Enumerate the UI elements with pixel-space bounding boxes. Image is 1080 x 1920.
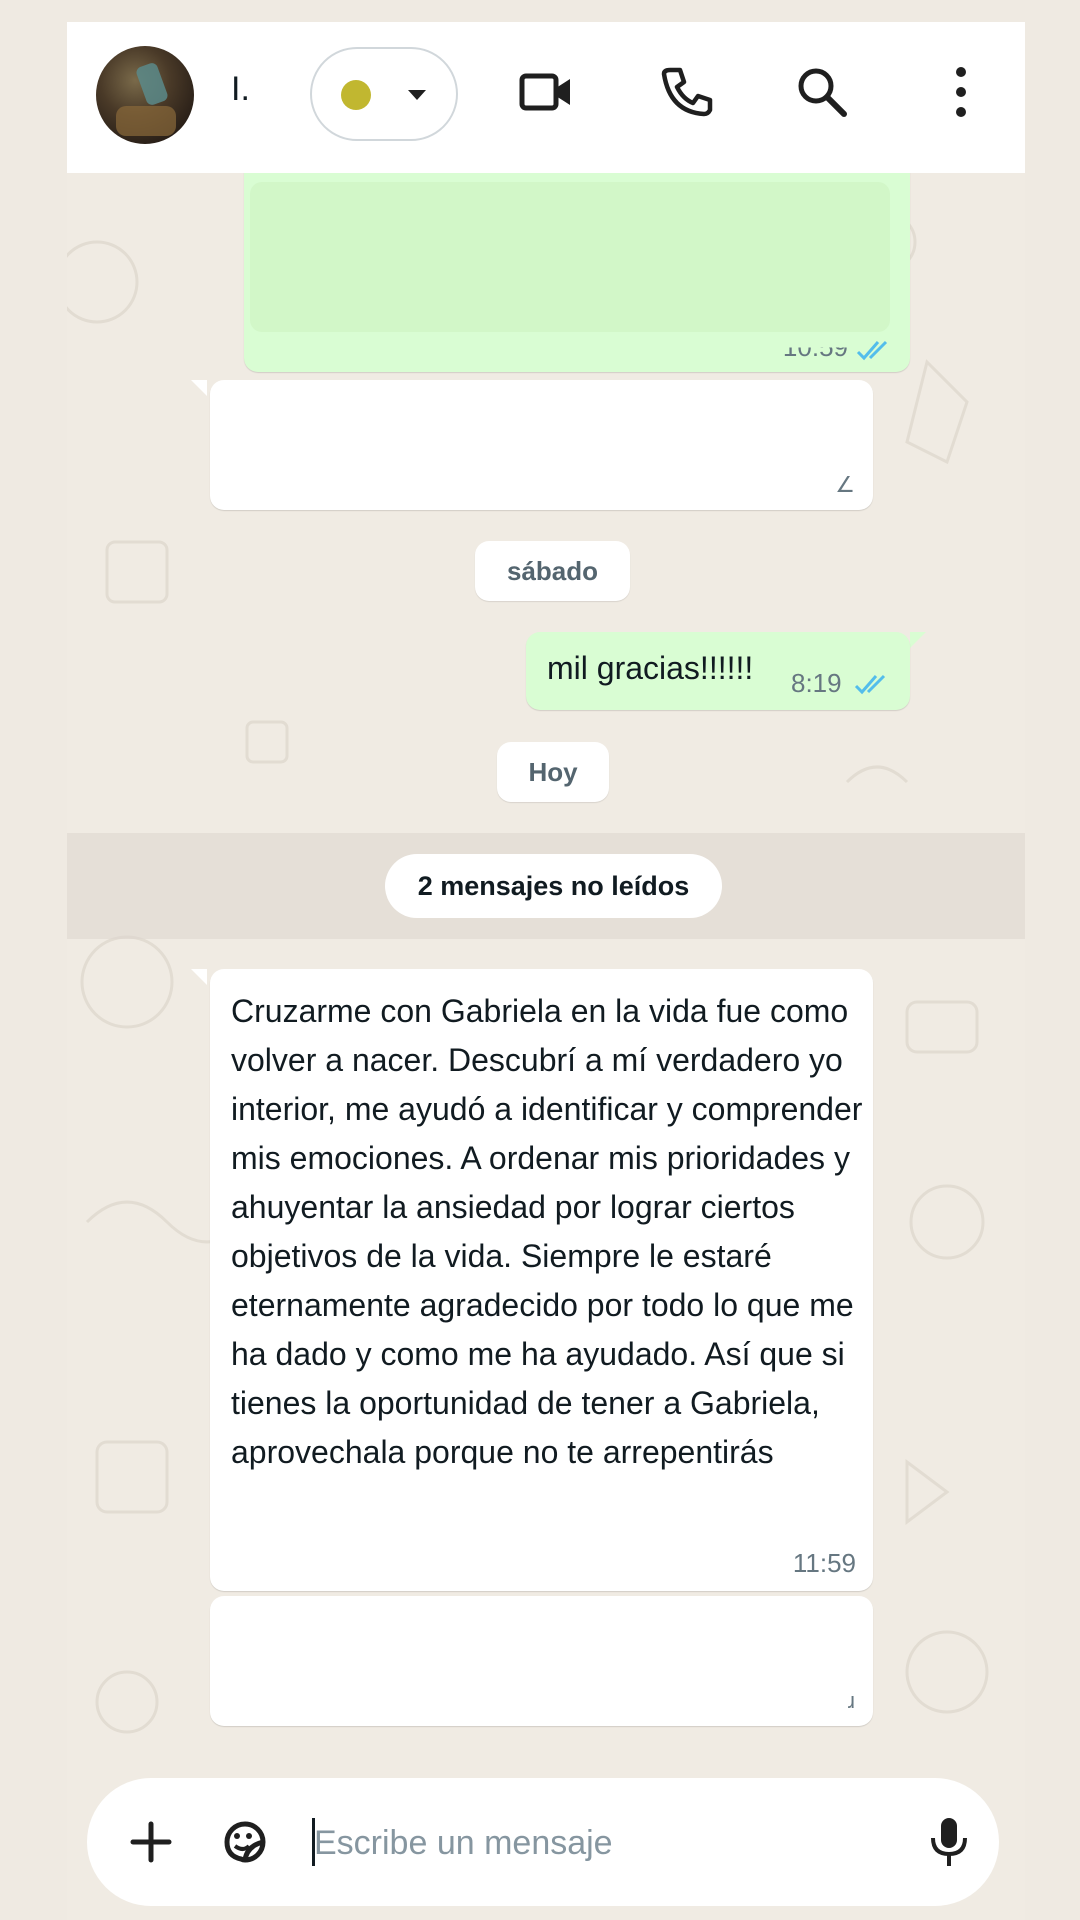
date-separator-today: Hoy [497, 742, 609, 802]
bubble-tail [910, 632, 926, 648]
date-separator-saturday: sábado [475, 541, 630, 601]
incoming-message-empty[interactable]: ∠ [210, 380, 873, 510]
message-composer [87, 1778, 999, 1906]
outgoing-message[interactable]: mil gracias!!!!!! 8:19 [526, 632, 910, 710]
unread-messages-label: 2 mensajes no leídos [385, 854, 722, 918]
read-ticks-icon [854, 674, 886, 695]
more-options-icon[interactable] [931, 62, 991, 122]
message-time: 11:59 [792, 1548, 856, 1578]
unread-messages-band: 2 mensajes no leídos [67, 833, 1025, 939]
chat-screen: 10:59 ∠ sábado mil gracias!!!!!! 8:19 Ho… [67, 22, 1025, 1920]
edited-marker: ɹ [847, 1688, 855, 1713]
bubble-tail [191, 969, 207, 985]
edited-marker: ∠ [835, 472, 855, 497]
contact-name[interactable]: I. [231, 70, 250, 109]
status-selector[interactable] [310, 47, 458, 141]
sticker-icon[interactable] [217, 1814, 273, 1870]
message-text: mil gracias!!!!!! [547, 650, 754, 686]
message-time: 10:59 [782, 332, 848, 363]
outgoing-media-message[interactable]: 10:59 [244, 142, 910, 372]
status-dot [341, 80, 371, 110]
incoming-message-empty[interactable]: ɹ [210, 1596, 873, 1726]
contact-avatar[interactable] [96, 46, 194, 144]
microphone-icon[interactable] [929, 1816, 969, 1868]
incoming-message-testimonial[interactable]: Cruzarme con Gabriela en la vida fue com… [210, 969, 873, 1591]
voice-call-icon[interactable] [656, 62, 716, 122]
search-icon[interactable] [792, 62, 852, 122]
message-text: Cruzarme con Gabriela en la vida fue com… [231, 993, 863, 1470]
chevron-down-icon [408, 90, 426, 100]
message-input[interactable] [312, 1810, 876, 1876]
message-time: 8:19 [791, 668, 842, 698]
read-ticks-icon [856, 340, 888, 361]
media-placeholder[interactable] [250, 182, 890, 332]
attach-plus-icon[interactable] [127, 1818, 175, 1866]
video-call-icon[interactable] [516, 62, 576, 122]
chat-header: I. [67, 22, 1025, 173]
bubble-tail [191, 380, 207, 396]
